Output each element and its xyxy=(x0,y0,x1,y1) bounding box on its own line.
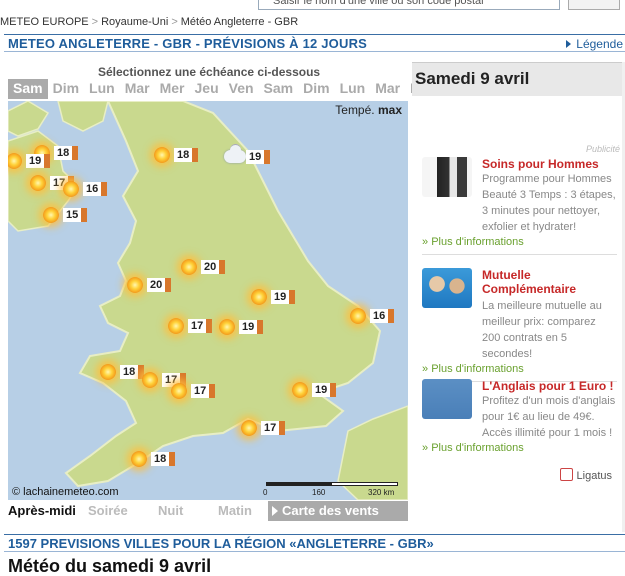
ad-title[interactable]: Soins pour Hommes xyxy=(482,157,599,171)
temperature-value: 15 xyxy=(63,208,88,222)
temperature-value: 16 xyxy=(370,309,395,323)
ad-anglais[interactable]: L'Anglais pour 1 Euro ! Profitez d'un mo… xyxy=(422,379,617,454)
ad-more-link[interactable]: Plus d'informations xyxy=(422,442,617,454)
sun-icon xyxy=(131,451,147,467)
legend-link[interactable]: Légende xyxy=(566,37,623,51)
temperature-value: 16 xyxy=(83,182,108,196)
sun-icon xyxy=(219,319,235,335)
temperature-value: 18 xyxy=(120,365,145,379)
day-tab[interactable]: Mer xyxy=(155,79,190,99)
sun-icon xyxy=(292,382,308,398)
sun-icon xyxy=(171,383,187,399)
sun-icon xyxy=(100,364,116,380)
period-tab[interactable]: Après-midi xyxy=(8,502,76,520)
wind-map-button[interactable]: Carte des vents xyxy=(268,501,408,521)
day-tab[interactable]: Dim xyxy=(298,79,334,99)
sun-icon xyxy=(181,259,197,275)
page-title-bar: METEO ANGLETERRE - GBR - PRÉVISIONS À 12… xyxy=(4,34,625,52)
advert-label: Publicité xyxy=(585,144,620,154)
selector-instruction: Sélectionnez une échéance ci-dessous xyxy=(98,65,321,79)
ad-more-link[interactable]: Plus d'informations xyxy=(422,363,617,375)
search-input[interactable]: Saisir le nom d'une ville ou son code po… xyxy=(258,0,560,10)
temperature-value: 18 xyxy=(174,148,199,162)
temperature-value: 20 xyxy=(147,278,172,292)
sidebar: Samedi 9 avril Publicité Soins pour Homm… xyxy=(412,62,622,537)
sidebar-date: Samedi 9 avril xyxy=(412,62,622,96)
ad-mutuelle[interactable]: Mutuelle Complémentaire La meilleure mut… xyxy=(422,268,617,382)
ad-thumbnail xyxy=(422,379,472,419)
temperature-value: 19 xyxy=(312,383,337,397)
ad-title[interactable]: L'Anglais pour 1 Euro ! xyxy=(482,379,614,393)
sun-icon xyxy=(251,289,267,305)
map-copyright: © lachainemeteo.com xyxy=(12,486,119,498)
temperature-value: 17 xyxy=(191,384,216,398)
map-land xyxy=(8,101,408,500)
day-tab[interactable]: Lun xyxy=(84,79,120,99)
forecast-subheading: Météo du samedi 9 avril xyxy=(8,556,212,576)
period-tab[interactable]: Nuit xyxy=(158,502,183,520)
temperature-value: 17 xyxy=(261,421,286,435)
temperature-value: 18 xyxy=(54,146,79,160)
weather-map[interactable]: Tempé. max 18 19 17 16 15 18 19 20 20 19 17 19 16 18 1… xyxy=(8,101,408,500)
day-tab[interactable]: Jeu xyxy=(190,79,224,99)
day-tab[interactable]: Ven xyxy=(224,79,259,99)
day-tab[interactable]: Mar xyxy=(120,79,155,99)
ad-title[interactable]: Mutuelle Complémentaire xyxy=(482,268,617,296)
sun-icon xyxy=(43,207,59,223)
day-tab[interactable]: Mar xyxy=(370,79,405,99)
day-tab[interactable]: Sam xyxy=(259,79,299,99)
sun-icon xyxy=(154,147,170,163)
temperature-value: 19 xyxy=(239,320,264,334)
sun-icon xyxy=(241,420,257,436)
day-tab[interactable]: Sam xyxy=(8,79,48,99)
sun-icon xyxy=(350,308,366,324)
period-tab[interactable]: Matin xyxy=(218,502,252,520)
temperature-value: 19 xyxy=(246,150,271,164)
breadcrumb-europe[interactable]: METEO EUROPE xyxy=(0,16,89,28)
sun-icon xyxy=(168,318,184,334)
breadcrumb-separator: > xyxy=(91,16,99,28)
search-button[interactable] xyxy=(568,0,620,10)
period-tab[interactable]: Soirée xyxy=(88,502,128,520)
temperature-value: 17 xyxy=(188,319,213,333)
breadcrumb-royaume-uni[interactable]: Royaume-Uni xyxy=(101,16,168,28)
temperature-value: 19 xyxy=(271,290,296,304)
map-scale: 0 160 320 km xyxy=(263,482,404,498)
cloud-icon xyxy=(224,144,246,163)
day-tab[interactable]: Lun xyxy=(335,79,371,99)
breadcrumb-separator: > xyxy=(171,16,178,28)
ad-more-link[interactable]: Plus d'informations xyxy=(422,236,617,248)
day-tab[interactable]: Dim xyxy=(48,79,84,99)
day-selector: SamDimLunMarMerJeuVenSamDimLunMarMer xyxy=(8,79,440,99)
ad-thumbnail xyxy=(422,157,472,197)
ad-thumbnail xyxy=(422,268,472,308)
sun-icon xyxy=(63,181,79,197)
ad-soins-hommes[interactable]: Soins pour Hommes Programme pour Hommes … xyxy=(422,157,617,255)
breadcrumb: METEO EUROPE > Royaume-Uni > Météo Angleterr… xyxy=(0,16,298,28)
temperature-value: 18 xyxy=(151,452,176,466)
ligatus-logo[interactable]: Ligatus xyxy=(560,468,612,482)
sun-icon xyxy=(142,372,158,388)
cities-forecast-bar: 1597 PREVISIONS VILLES POUR LA RÉGION «A… xyxy=(4,534,625,552)
sun-icon xyxy=(127,277,143,293)
breadcrumb-angleterre[interactable]: Météo Angleterre - GBR xyxy=(181,16,298,28)
sun-icon xyxy=(30,175,46,191)
temperature-value: 19 xyxy=(26,154,51,168)
cities-forecast-heading[interactable]: 1597 PREVISIONS VILLES POUR LA RÉGION «A… xyxy=(8,536,434,551)
temperature-value: 20 xyxy=(201,260,226,274)
page-title: METEO ANGLETERRE - GBR - PRÉVISIONS À 12… xyxy=(8,36,368,51)
temperature-label: Tempé. max xyxy=(335,103,402,117)
